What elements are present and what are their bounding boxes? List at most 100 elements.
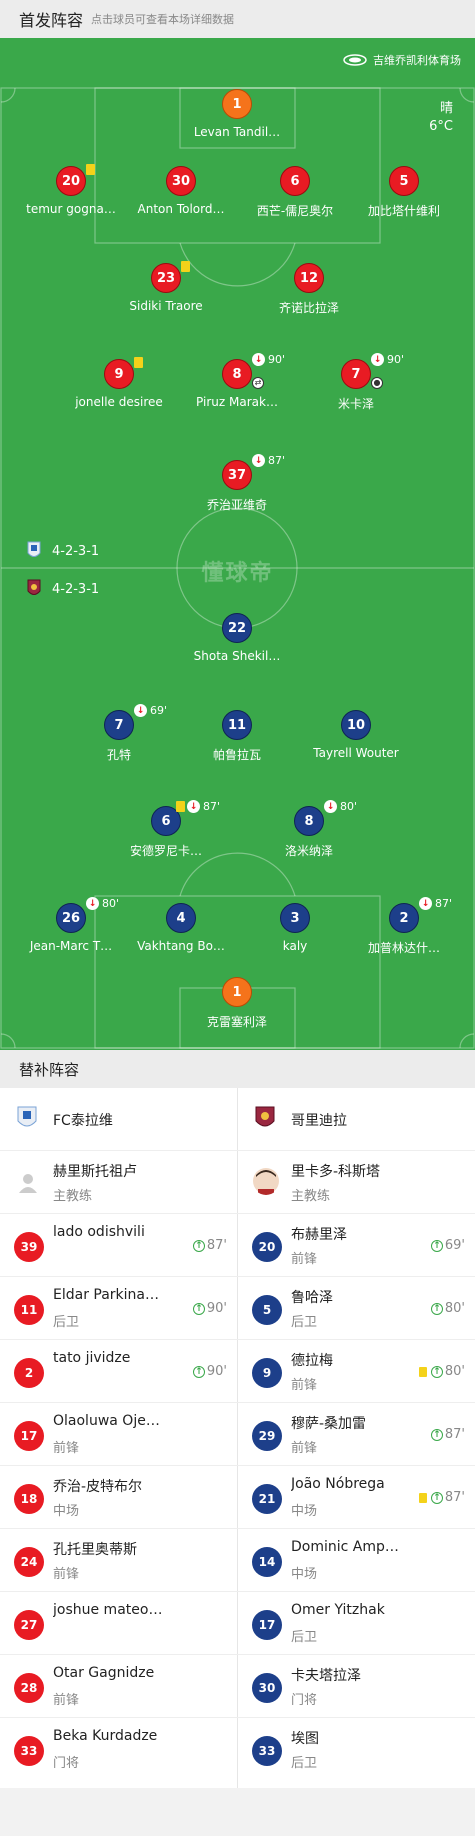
- lineup-hint: 点击球员可查看本场详细数据: [91, 13, 235, 26]
- player-number: 30: [166, 166, 196, 196]
- bench-player-away[interactable]: 30 卡夫塔拉泽 门将: [238, 1655, 475, 1717]
- player-position: 前锋: [291, 1441, 318, 1456]
- bench-player-away[interactable]: 29 穆萨-桑加雷 前锋 ↑ 87': [238, 1403, 475, 1465]
- sub-out-icon: ↓: [419, 897, 432, 910]
- lineup-header: 首发阵容 点击球员可查看本场详细数据: [0, 0, 475, 38]
- player-name: Omer Yitzhak: [291, 1602, 385, 1618]
- yellow-card-icon: [86, 164, 95, 175]
- home-player[interactable]: 23 Sidiki Traore: [101, 261, 231, 313]
- bench-header: 替补阵容: [0, 1050, 475, 1088]
- home-player[interactable]: 12 齐诺比拉泽: [244, 263, 374, 316]
- player-number: 1: [222, 977, 252, 1007]
- away-player[interactable]: 7 ↓ 69' 孔特: [54, 704, 184, 763]
- home-team-badge-icon: [27, 541, 41, 557]
- player-name: Vakhtang Bo…: [137, 939, 225, 953]
- bench-player-away[interactable]: 5 鲁哈泽 后卫 ↑ 80': [238, 1277, 475, 1339]
- player-name: 布赫里泽: [291, 1227, 347, 1243]
- bench-player-home[interactable]: 17 Olaoluwa Oje… 前锋: [0, 1403, 237, 1465]
- bench-player-home[interactable]: 33 Beka Kurdadze 门将: [0, 1718, 237, 1781]
- weather-condition: 晴: [439, 101, 453, 116]
- bench-player-home[interactable]: 39 lado odishvili ↑ 87': [0, 1214, 237, 1276]
- player-number: 7: [104, 710, 134, 740]
- home-player[interactable]: 7 ↓ 90' ● 米卡泽: [291, 353, 421, 412]
- away-team-badge-icon: [27, 579, 41, 595]
- bench-player-home[interactable]: 11 Eldar Parkina… 后卫 ↑ 90': [0, 1277, 237, 1339]
- player-number: 23: [151, 263, 181, 293]
- bench-row: 2 tato jividze ↑ 90' 9 德拉梅 前锋 ↑ 80': [0, 1340, 475, 1403]
- sub-out-icon: ↓: [252, 353, 265, 366]
- player-number: 5: [252, 1295, 282, 1325]
- bench-player-away[interactable]: 21 João Nóbrega 中场 ↑ 87': [238, 1466, 475, 1528]
- player-number: 4: [166, 903, 196, 933]
- player-number: 10: [341, 710, 371, 740]
- sub-in-icon: ↑: [192, 1239, 205, 1252]
- player-number: 8: [222, 359, 252, 389]
- sub-minute: 87': [444, 1427, 465, 1442]
- substitution-swap-icon: ⇄: [252, 377, 264, 389]
- player-name: Piruz Marak…: [196, 395, 278, 409]
- player-number: 1: [222, 89, 252, 119]
- away-player[interactable]: 10 Tayrell Wouter: [291, 710, 421, 760]
- sub-in-icon: ↑: [430, 1365, 443, 1378]
- bench-row: 27 joshue mateo… 17 Omer Yitzhak 后卫: [0, 1592, 475, 1655]
- bench-coach-row[interactable]: 赫里斯托祖卢 主教练 里卡多-科斯塔 主教练: [0, 1151, 475, 1214]
- sub-minute: 87': [444, 1490, 465, 1505]
- player-name: Shota Shekil…: [193, 649, 281, 663]
- sub-minute: 90': [387, 353, 405, 366]
- sub-out-icon: ↓: [187, 800, 200, 813]
- stadium-icon: [343, 54, 367, 66]
- sub-in-icon: ↑: [192, 1302, 205, 1315]
- coach-avatar: [253, 1168, 279, 1195]
- player-number: 2: [14, 1358, 44, 1388]
- away-player[interactable]: 8 ↓ 80' 洛米纳泽: [244, 800, 374, 859]
- coach-role: 主教练: [53, 1189, 93, 1204]
- home-player[interactable]: 5 加比塔什维利: [339, 166, 469, 219]
- venue-name: 吉维乔凯利体育场: [373, 54, 461, 67]
- away-player[interactable]: 2 ↓ 87' 加普林达什…: [339, 897, 469, 956]
- player-position: 后卫: [291, 1315, 318, 1330]
- player-number: 5: [389, 166, 419, 196]
- away-player[interactable]: 1 克雷塞利泽: [172, 977, 302, 1030]
- away-player[interactable]: 11 帕鲁拉瓦: [172, 710, 302, 763]
- sub-out-icon: ↓: [252, 454, 265, 467]
- away-player[interactable]: 6 ↓ 87' 安德罗尼卡…: [101, 800, 231, 859]
- bench-player-home[interactable]: 24 孔托里奥蒂斯 前锋: [0, 1529, 237, 1591]
- bench-row: 33 Beka Kurdadze 门将 33 埃图 后卫: [0, 1718, 475, 1781]
- bench-player-away[interactable]: 33 埃图 后卫: [238, 1718, 475, 1781]
- player-position: 前锋: [291, 1252, 318, 1267]
- player-name: jonelle desiree: [75, 395, 163, 409]
- player-name: 孔特: [106, 748, 131, 762]
- bench-team-row: FC泰拉维 哥里迪拉: [0, 1088, 475, 1151]
- yellow-card-icon: [418, 1366, 427, 1377]
- player-number: 21: [252, 1484, 282, 1514]
- home-player[interactable]: 9 jonelle desiree: [54, 357, 184, 409]
- player-number: 3: [280, 903, 310, 933]
- player-name: Olaoluwa Oje…: [53, 1413, 160, 1429]
- home-player[interactable]: 1 Levan Tandil…: [172, 89, 302, 139]
- bench-player-away[interactable]: 20 布赫里泽 前锋 ↑ 69': [238, 1214, 475, 1276]
- player-name: 穆萨-桑加雷: [291, 1416, 367, 1432]
- bench-player-home[interactable]: 27 joshue mateo…: [0, 1592, 237, 1654]
- player-number: 9: [104, 359, 134, 389]
- home-player[interactable]: 8 ↓ 90' ⇄ Piruz Marak…: [172, 353, 302, 409]
- away-player[interactable]: 22 Shota Shekil…: [172, 613, 302, 663]
- away-formation-label: 4-2-3-1: [52, 581, 100, 597]
- bench-player-home[interactable]: 18 乔治-皮特布尔 中场: [0, 1466, 237, 1528]
- away-player[interactable]: 4 Vakhtang Bo…: [116, 903, 246, 953]
- bench-player-home[interactable]: 28 Otar Gagnidze 前锋: [0, 1655, 237, 1717]
- coach-role: 主教练: [291, 1189, 331, 1204]
- home-player[interactable]: 30 Anton Tolord…: [116, 166, 246, 216]
- bench-row: 24 孔托里奥蒂斯 前锋 14 Dominic Amp… 中场: [0, 1529, 475, 1592]
- home-player[interactable]: 37 ↓ 87' 乔治亚维奇: [172, 454, 302, 513]
- bench-title: 替补阵容: [19, 1060, 80, 1079]
- sub-minute: 80': [444, 1301, 465, 1316]
- bench-player-away[interactable]: 14 Dominic Amp… 中场: [238, 1529, 475, 1591]
- bench-player-away[interactable]: 9 德拉梅 前锋 ↑ 80': [238, 1340, 475, 1402]
- bench-player-away[interactable]: 17 Omer Yitzhak 后卫: [238, 1592, 475, 1654]
- home-team-logo-icon: [17, 1106, 37, 1127]
- sub-minute: 80': [340, 800, 358, 813]
- player-number: 30: [252, 1673, 282, 1703]
- bench-player-home[interactable]: 2 tato jividze ↑ 90': [0, 1340, 237, 1402]
- player-position: 后卫: [291, 1756, 318, 1771]
- player-name: 帕鲁拉瓦: [212, 748, 261, 762]
